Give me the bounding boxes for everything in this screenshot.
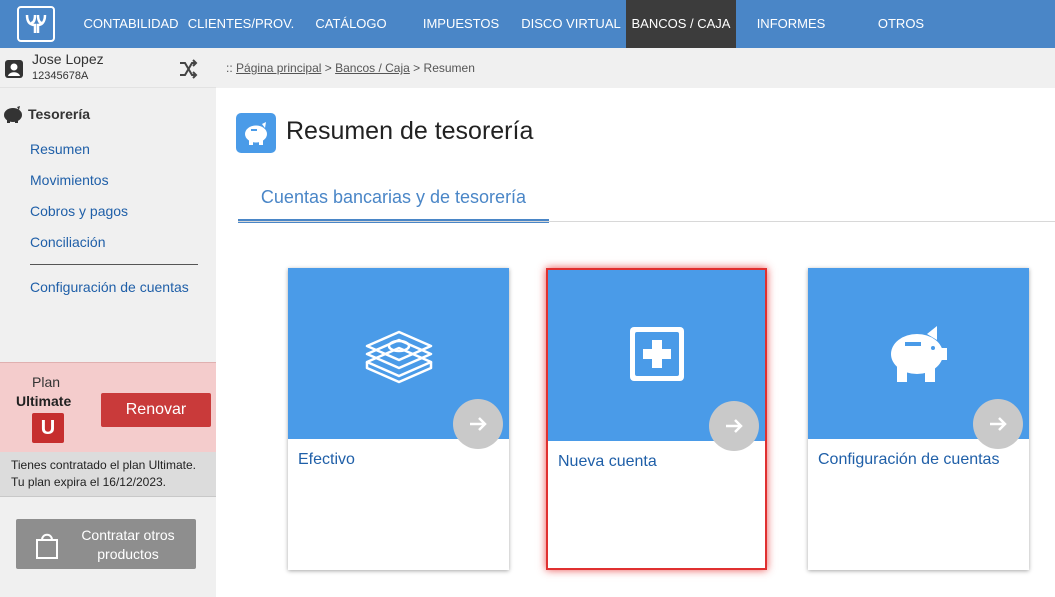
card-configuracion-cuentas[interactable]: Configuración de cuentas [808,268,1029,570]
card-header [548,270,765,451]
user-id: 12345678A [32,70,89,82]
piggy-bank-icon [245,122,267,145]
nav-contabilidad[interactable]: CONTABILIDAD [80,0,182,48]
card-label: Efectivo [298,451,355,468]
breadcrumb-home[interactable]: Página principal [236,61,321,75]
plan-info-line1: Tienes contratado el plan Ultimate. [11,458,196,472]
renew-button[interactable]: Renovar [101,393,211,427]
plan-name: Ultimate [16,393,72,409]
card-efectivo[interactable]: Efectivo [288,268,509,570]
buy-label-line1: Contratar otros [81,527,175,543]
arrow-right-button[interactable] [453,399,503,449]
plan-box: Plan Ultimate U Renovar [0,362,216,452]
plus-square-icon [629,327,684,381]
sidebar-item-conciliacion[interactable]: Conciliación [30,234,105,250]
user-box: Jose Lopez 12345678A [0,48,216,88]
arrow-right-icon [726,419,743,433]
card-header [288,268,509,449]
tab-divider [238,221,1055,222]
page-title-icon [236,113,276,153]
nav-clientes-prov[interactable]: CLIENTES/PROV. [184,0,298,48]
breadcrumb-current: Resumen [423,61,475,75]
nav-impuestos[interactable]: IMPUESTOS [410,0,512,48]
breadcrumb-sep: > [413,61,421,75]
buy-label-line2: productos [97,546,159,562]
user-name: Jose Lopez [32,51,104,67]
piggy-bank-icon [890,326,947,382]
nav-disco-virtual[interactable]: DISCO VIRTUAL [518,0,624,48]
plan-label: Plan [32,374,61,390]
breadcrumb-section[interactable]: Bancos / Caja [335,61,410,75]
sidebar-item-movimientos[interactable]: Movimientos [30,172,109,188]
nav-otros[interactable]: OTROS [850,0,952,48]
piggy-bank-icon [4,106,22,123]
buy-products-button[interactable]: Contratar otros productos [16,519,196,569]
sidebar-divider [30,264,198,265]
cash-stack-icon [365,330,432,384]
card-nueva-cuenta[interactable]: Nueva cuenta [546,268,767,570]
buy-products-label: Contratar otros productos [68,526,188,564]
arrow-right-icon [470,417,487,431]
logo-icon [25,14,47,33]
tab-cuentas-bancarias[interactable]: Cuentas bancarias y de tesorería [238,183,549,223]
card-label: Configuración de cuentas [818,451,1000,468]
arrow-right-button[interactable] [973,399,1023,449]
card-label: Nueva cuenta [558,453,657,470]
top-nav-bar: CONTABILIDAD CLIENTES/PROV. CATÁLOGO IMP… [0,0,1055,48]
nav-catalogo[interactable]: CATÁLOGO [300,0,402,48]
plan-info-line2: Tu plan expira el 16/12/2023. [11,475,166,489]
plan-badge: U [32,413,64,443]
sidebar-item-configuracion[interactable]: Configuración de cuentas [30,279,189,295]
sidebar: Jose Lopez 12345678A Tesorería Resumen M… [0,48,216,597]
breadcrumb-prefix: :: [226,61,233,75]
nav-bancos-caja[interactable]: BANCOS / CAJA [626,0,736,48]
app-logo[interactable] [17,6,55,42]
breadcrumb: :: Página principal > Bancos / Caja > Re… [216,48,1055,88]
card-header [808,268,1029,449]
page-title: Resumen de tesorería [286,117,534,145]
arrow-right-icon [990,417,1007,431]
shopping-bag-icon [36,533,58,559]
user-card-icon [5,60,23,78]
nav-informes[interactable]: INFORMES [740,0,842,48]
section-title-tesoreria: Tesorería [28,106,90,122]
breadcrumb-sep: > [324,61,332,75]
sidebar-item-resumen[interactable]: Resumen [30,141,90,157]
sidebar-item-cobros-pagos[interactable]: Cobros y pagos [30,203,128,219]
switch-company-icon[interactable] [177,58,199,80]
arrow-right-button[interactable] [709,401,759,451]
plan-info: Tienes contratado el plan Ultimate. Tu p… [0,452,216,497]
